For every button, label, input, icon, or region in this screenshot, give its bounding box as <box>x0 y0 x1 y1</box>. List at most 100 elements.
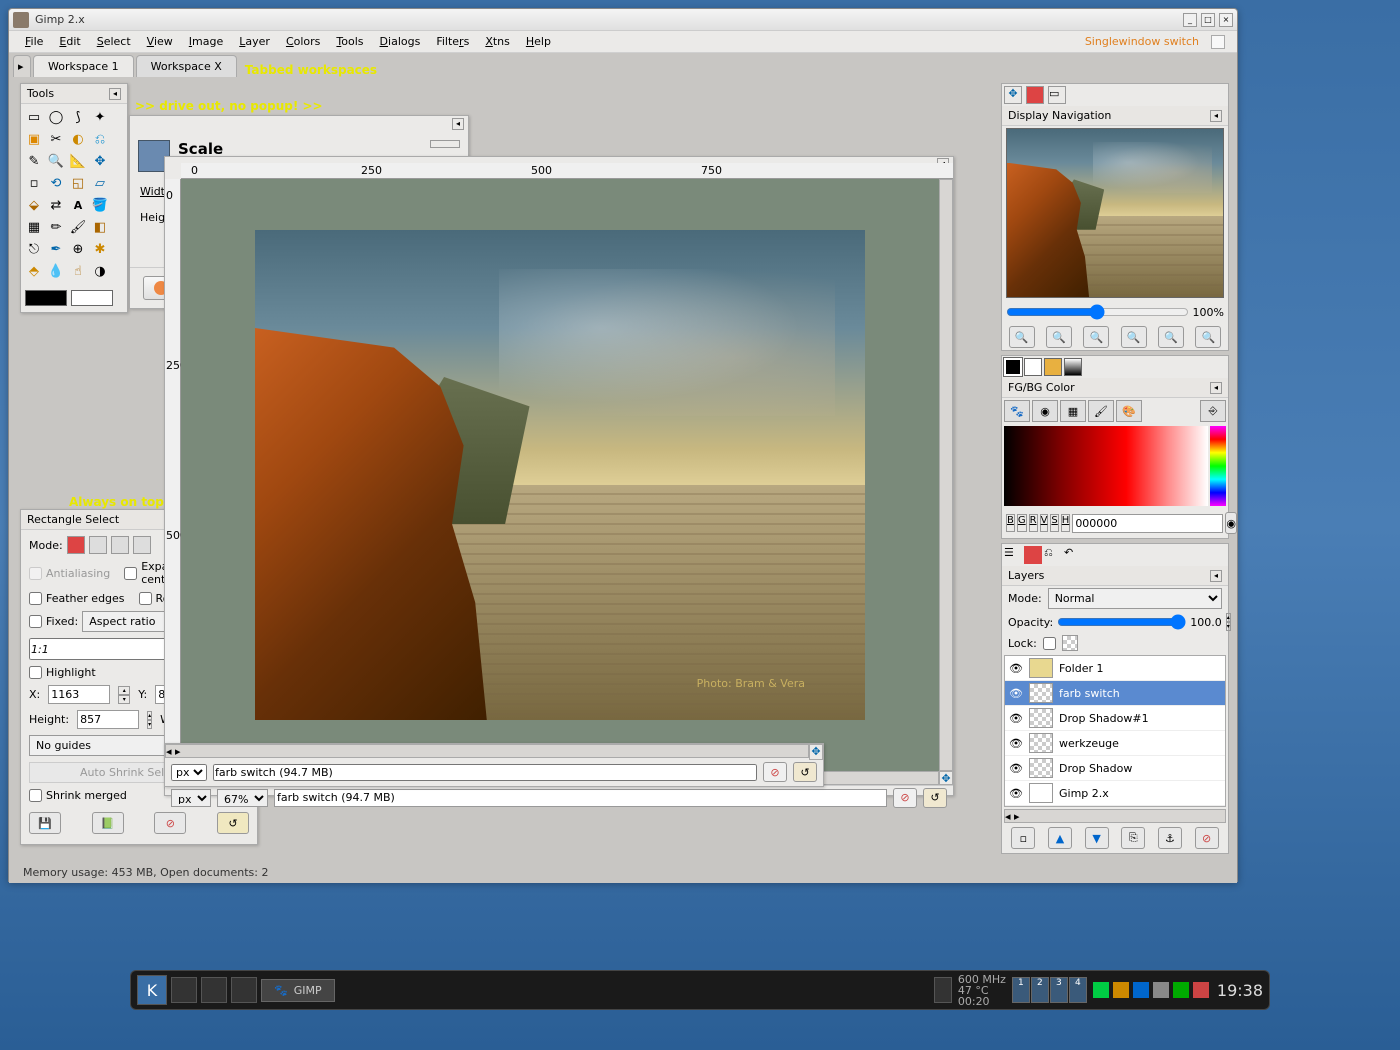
blend-mode-select[interactable]: Normal <box>1048 588 1222 609</box>
measure-tool[interactable]: 📐 <box>67 150 89 172</box>
zoom-in-icon[interactable]: 🔍 <box>1046 326 1072 348</box>
minimize-button[interactable]: _ <box>1183 13 1197 27</box>
foreground-select-tool[interactable]: ◐ <box>67 128 89 150</box>
nav-icon[interactable]: ✥ <box>939 771 953 785</box>
perspective-clone-tool[interactable]: ⬘ <box>23 260 45 282</box>
tab-new[interactable]: ▸ <box>13 55 31 77</box>
bg-color-swatch[interactable] <box>71 290 113 306</box>
cpu-bar-icon[interactable] <box>934 977 952 1003</box>
highlight-check[interactable] <box>29 666 42 679</box>
rect-select-tool[interactable]: ▭ <box>23 106 45 128</box>
picker-menu-icon[interactable]: ⎆ <box>1200 400 1226 422</box>
terminal-icon[interactable] <box>201 977 227 1003</box>
fuzzy-select-tool[interactable]: ✦ <box>89 106 111 128</box>
mode-intersect[interactable] <box>133 536 151 554</box>
layer-item[interactable]: 👁Gimp 2.x <box>1005 781 1225 806</box>
zoom-fill-icon[interactable]: 🔍 <box>1158 326 1184 348</box>
perspective-tool[interactable]: ⬙ <box>23 194 45 216</box>
heal-tool[interactable]: ✱ <box>89 238 111 260</box>
cmyk-picker-icon[interactable]: ◉ <box>1032 400 1058 422</box>
menu-select[interactable]: Select <box>89 33 139 50</box>
tools-collapse[interactable]: ◂ <box>109 88 121 100</box>
lower-layer-icon[interactable]: ▼ <box>1085 827 1109 849</box>
triangle-picker-icon[interactable]: 🖌 <box>1088 400 1114 422</box>
swatch4-icon[interactable] <box>1064 358 1082 376</box>
taskbar-app-gimp[interactable]: 🐾GIMP <box>261 979 335 1002</box>
flip-tool[interactable]: ⇄ <box>45 194 67 216</box>
delete-icon[interactable]: ⊘ <box>154 812 186 834</box>
fg-color-swatch[interactable] <box>25 290 67 306</box>
layer-item[interactable]: 👁Drop Shadow#1 <box>1005 706 1225 731</box>
eyedropper-icon[interactable]: ◉ <box>1225 512 1237 534</box>
x-input[interactable] <box>48 685 110 704</box>
ch-s[interactable]: S <box>1050 514 1058 532</box>
h-input[interactable] <box>77 710 139 729</box>
lock-alpha-icon[interactable] <box>1062 635 1078 651</box>
pager-4[interactable]: 4 <box>1069 977 1087 1003</box>
zoom-tool[interactable]: 🔍 <box>45 150 67 172</box>
titlebar[interactable]: Gimp 2.x _ □ × <box>9 9 1237 31</box>
fixed-check[interactable] <box>29 615 42 628</box>
layer-scroll[interactable]: ◂ ▸ <box>1004 809 1226 823</box>
color-field[interactable] <box>1004 426 1208 506</box>
desktop-icon[interactable] <box>171 977 197 1003</box>
ch-g[interactable]: G <box>1017 514 1027 532</box>
visibility-icon[interactable]: 👁 <box>1009 737 1023 750</box>
maximize-button[interactable]: □ <box>1201 13 1215 27</box>
eraser-tool[interactable]: ◧ <box>89 216 111 238</box>
undo-op-icon[interactable]: ↺ <box>923 788 947 808</box>
expand-check[interactable] <box>124 567 137 580</box>
scale-collapse[interactable]: ◂ <box>452 118 464 130</box>
lock-pixels-check[interactable] <box>1043 637 1056 650</box>
menu-view[interactable]: View <box>139 33 181 50</box>
mode-replace[interactable] <box>67 536 85 554</box>
paths-tab-icon[interactable]: ⎌ <box>1044 546 1062 564</box>
menu-filters[interactable]: Filters <box>428 33 477 50</box>
palette-picker-icon[interactable]: 🎨 <box>1116 400 1142 422</box>
mode-add[interactable] <box>89 536 107 554</box>
blur-tool[interactable]: 💧 <box>45 260 67 282</box>
ch-r[interactable]: R <box>1029 514 1038 532</box>
layer-info[interactable] <box>274 789 887 807</box>
visibility-icon[interactable]: 👁 <box>1009 762 1023 775</box>
ellipse-select-tool[interactable]: ◯ <box>45 106 67 128</box>
bg-swatch-icon[interactable] <box>1024 358 1042 376</box>
tray-volume-icon[interactable] <box>1153 982 1169 998</box>
layers-tab-icon[interactable]: ☰ <box>1004 546 1022 564</box>
save-icon[interactable]: 💾 <box>29 812 61 834</box>
ratio-input[interactable] <box>29 638 177 660</box>
layer-item[interactable]: 👁farb switch <box>1005 681 1225 706</box>
ch-v[interactable]: V <box>1040 514 1049 532</box>
duplicate-layer-icon[interactable]: ⎘ <box>1121 827 1145 849</box>
ch-h[interactable]: H <box>1061 514 1071 532</box>
ruler-vertical[interactable]: 0 250 500 <box>165 179 181 771</box>
menu-file[interactable]: File <box>17 33 51 50</box>
feather-check[interactable] <box>29 592 42 605</box>
swatch3-icon[interactable] <box>1044 358 1062 376</box>
color-picker-tool[interactable]: ✎ <box>23 150 45 172</box>
cancel-op-icon-2[interactable]: ⊘ <box>763 762 787 782</box>
tab-workspace-x[interactable]: Workspace X <box>136 55 237 77</box>
scrollbar-vertical[interactable] <box>939 179 953 771</box>
zoom-fit-icon[interactable]: 🔍 <box>1121 326 1147 348</box>
scissors-tool[interactable]: ✂ <box>45 128 67 150</box>
nav-tab3-icon[interactable]: ▭ <box>1048 86 1066 104</box>
menu-tools[interactable]: Tools <box>328 33 371 50</box>
nav-icon-2[interactable]: ✥ <box>809 744 823 760</box>
shrink-merged-check[interactable] <box>29 789 42 802</box>
menu-colors[interactable]: Colors <box>278 33 328 50</box>
move-tool[interactable]: ✥ <box>89 150 111 172</box>
tab-workspace-1[interactable]: Workspace 1 <box>33 55 134 77</box>
layer-info-2[interactable] <box>213 764 757 781</box>
revert-icon[interactable]: 📗 <box>92 812 124 834</box>
visibility-icon[interactable]: 👁 <box>1009 787 1023 800</box>
nav-move-icon[interactable]: ✥ <box>1004 86 1022 104</box>
layer-item[interactable]: 👁Drop Shadow <box>1005 756 1225 781</box>
menu-edit[interactable]: Edit <box>51 33 88 50</box>
menu-layer[interactable]: Layer <box>231 33 278 50</box>
pager-3[interactable]: 3 <box>1050 977 1068 1003</box>
smudge-tool[interactable]: ☝ <box>67 260 89 282</box>
undo-op-icon-2[interactable]: ↺ <box>793 762 817 782</box>
menu-image[interactable]: Image <box>181 33 231 50</box>
zoom-dropdown[interactable]: 67% <box>217 789 268 807</box>
